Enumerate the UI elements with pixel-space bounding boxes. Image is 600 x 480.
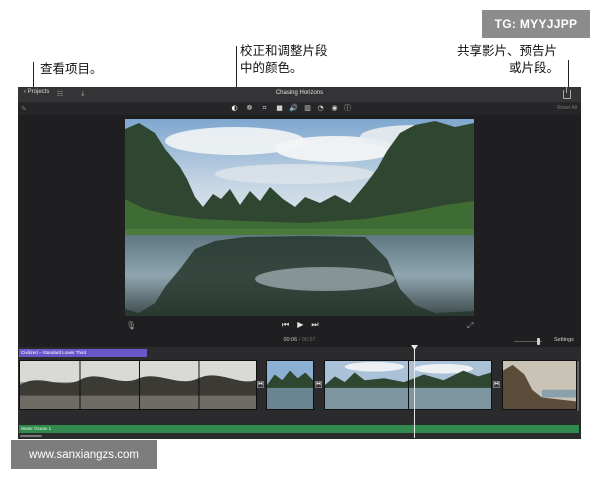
- video-viewer: [125, 119, 474, 316]
- timecode-current: 00:06: [283, 337, 298, 343]
- playback-controls: ⏮ ▶ ⏭: [282, 320, 319, 330]
- microphone-icon[interactable]: 🎙: [126, 321, 136, 330]
- info-icon[interactable]: ⓘ: [343, 104, 352, 113]
- timecode: 00:06 / 00:57: [18, 337, 581, 343]
- callout-share-line1: 共享影片、预告片: [457, 43, 558, 58]
- imovie-window: ‹ Projects ☷ ↓ Chasing Horizons ✎ ◐ ❁ ⌗ ■ 🔊 ▥…: [18, 87, 581, 439]
- clip-filter-icon[interactable]: ◉: [330, 104, 339, 113]
- zoom-slider-knob[interactable]: [537, 338, 540, 345]
- timeline-clip-cliff[interactable]: [502, 360, 577, 410]
- callout-color-correction-line1: 校正和调整片段: [240, 43, 328, 58]
- speed-icon[interactable]: ◔: [316, 104, 325, 113]
- transition-icon[interactable]: ⧓: [493, 381, 500, 388]
- callout-line-share: [568, 60, 569, 90]
- transition-icon[interactable]: ⧓: [315, 381, 322, 388]
- timeline-horizontal-scrollbar[interactable]: [20, 435, 42, 437]
- color-correction-icon[interactable]: ❁: [245, 104, 254, 113]
- crop-icon[interactable]: ⌗: [260, 104, 269, 113]
- timeline-clip-karst-short[interactable]: [266, 360, 314, 410]
- adjustment-toolbar: ✎ ◐ ❁ ⌗ ■ 🔊 ▥ ◔ ◉ ⓘ Reset All: [18, 102, 581, 115]
- project-title: Chasing Horizons: [275, 90, 324, 96]
- share-icon[interactable]: [563, 87, 571, 99]
- skip-back-icon[interactable]: ⏮: [282, 320, 289, 330]
- timecode-total: 00:57: [301, 337, 316, 343]
- website-watermark: www.sanxiangzs.com: [11, 440, 157, 469]
- timeline-clip-palms[interactable]: [19, 360, 257, 410]
- audio-clip[interactable]: Water Ocean 1: [19, 425, 579, 433]
- timeline-vertical-scrollbar[interactable]: [577, 361, 579, 411]
- title-clip[interactable]: Civilized – Standard Lower Third: [19, 349, 147, 357]
- magic-wand-icon[interactable]: ✎: [21, 105, 27, 113]
- callout-color-correction-line2: 中的颜色。: [240, 60, 303, 75]
- callout-line-projects: [33, 62, 34, 90]
- callout-share-line2: 或片段。: [509, 60, 560, 75]
- title-bar: ‹ Projects ☷ ↓ Chasing Horizons: [18, 87, 581, 102]
- stabilization-icon[interactable]: ■: [275, 104, 284, 113]
- settings-button[interactable]: Settings: [554, 337, 574, 343]
- telegram-watermark: TG: MYYJJPP: [482, 10, 590, 38]
- reset-all-button[interactable]: Reset All: [557, 105, 577, 111]
- timecode-bar: 00:06 / 00:57 Settings: [18, 335, 581, 347]
- transition-icon[interactable]: ⧓: [257, 381, 264, 388]
- noise-reduction-icon[interactable]: ▥: [303, 104, 312, 113]
- volume-icon[interactable]: 🔊: [289, 104, 298, 113]
- color-balance-icon[interactable]: ◐: [230, 104, 239, 113]
- play-icon[interactable]: ▶: [297, 320, 303, 330]
- fullscreen-icon[interactable]: ⤢: [467, 321, 473, 331]
- callout-view-projects: 查看项目。: [40, 61, 103, 76]
- timeline: Civilized – Standard Lower Third ⧓ ⧓ ⧓ W…: [18, 347, 581, 439]
- playhead[interactable]: [414, 348, 415, 438]
- timeline-clip-karst-long[interactable]: [324, 360, 492, 410]
- skip-forward-icon[interactable]: ⏭: [311, 320, 318, 330]
